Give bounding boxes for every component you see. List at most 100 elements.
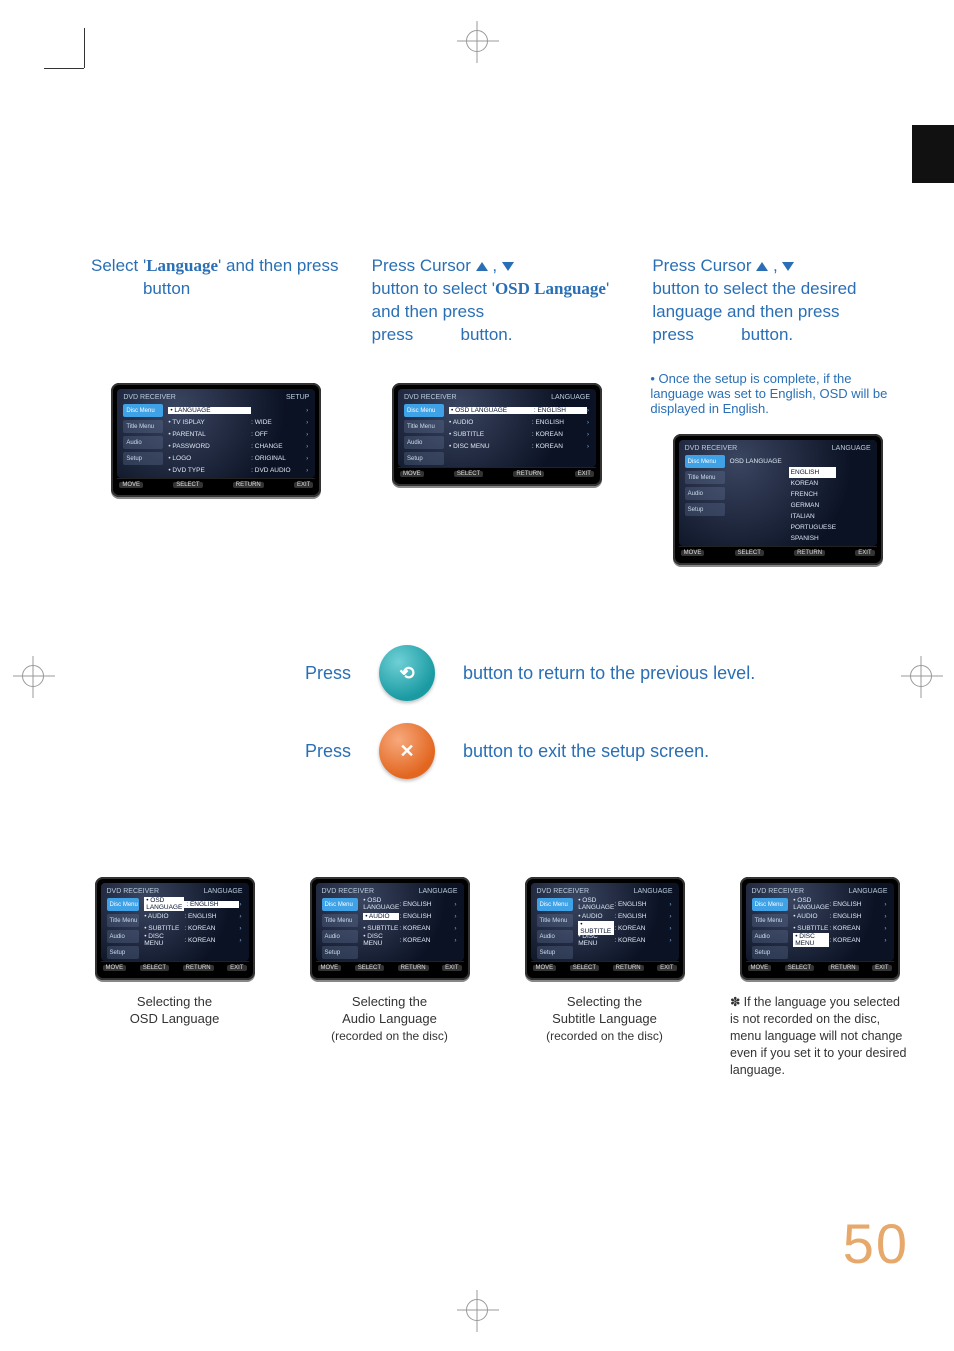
exit-button-icon: ✕ (379, 723, 435, 779)
osd-side-item: Audio (685, 487, 725, 500)
thumb-caption: Selecting the Audio Language (recorded o… (331, 994, 448, 1045)
cursor-up-icon (476, 262, 488, 271)
osd-side-item: Setup (322, 946, 359, 959)
step-3-note: • Once the setup is complete, if the lan… (646, 371, 909, 416)
osd-side-item: Disc Menu (404, 404, 444, 417)
osd-side-item: Setup (123, 452, 163, 465)
osd-app-title: DVD RECEIVER (537, 888, 590, 895)
osd-screen-title: SETUP (286, 394, 309, 401)
osd-dropdown-option: GERMAN (789, 500, 836, 511)
osd-row: • LOGO: ORIGINAL› (168, 452, 308, 464)
osd-dropdown-option: ITALIAN (789, 511, 836, 522)
osd-row: • OSD LANGUAGE: ENGLISH› (144, 898, 241, 910)
osd-dropdown-option: PORTUGUESE (789, 522, 836, 533)
osd-main: OSD LANGUAGE ENGLISHKOREANFRENCHGERMANIT… (727, 453, 873, 546)
exit-instruction: Press ✕ button to exit the setup screen. (305, 723, 909, 779)
osd-side-item: Audio (404, 436, 444, 449)
press-label: Press (305, 741, 351, 762)
caption-line: (recorded on the disc) (546, 1029, 663, 1043)
thumb-osd-language: DVD RECEIVERLANGUAGE Disc Menu Title Men… (85, 859, 264, 1028)
osd-row: • AUDIO: ENGLISH› (793, 910, 886, 922)
osd-foot-return: RETURN (183, 965, 214, 971)
cursor-up-icon (756, 262, 768, 271)
step-3-line2: button to select the desired language an… (652, 279, 856, 321)
return-instruction: Press ⟲ button to return to the previous… (305, 645, 909, 701)
caption-line: Subtitle Language (552, 1011, 657, 1026)
steps-row: Select 'Language' and then press button … (85, 255, 909, 565)
osd-footer: MOVE SELECT RETURN EXIT (117, 478, 315, 491)
osd-foot-exit: EXIT (657, 965, 676, 971)
cursor-down-icon (782, 262, 794, 271)
step-2-press-label: press (372, 325, 414, 344)
osd-row: • AUDIO: ENGLISH› (144, 910, 241, 922)
osd-foot-move: MOVE (681, 550, 705, 556)
osd-main: • OSD LANGUAGE: ENGLISH›• AUDIO: ENGLISH… (360, 896, 459, 961)
osd-side-item: Title Menu (123, 420, 163, 433)
osd-side-item: Title Menu (404, 420, 444, 433)
osd-app-title: DVD RECEIVER (752, 888, 805, 895)
thumb-audio-language: DVD RECEIVERLANGUAGE Disc Menu Title Men… (300, 859, 479, 1045)
osd-foot-return: RETURN (828, 965, 859, 971)
osd-foot-select: SELECT (570, 965, 599, 971)
osd-side-item: Title Menu (685, 471, 725, 484)
osd-foot-return: RETURN (398, 965, 429, 971)
step-2: Press Cursor , button to select 'OSD Lan… (366, 255, 629, 565)
osd-main: • OSD LANGUAGE: ENGLISH›• AUDIO: ENGLISH… (575, 896, 674, 961)
step-1-after: button (143, 279, 190, 298)
osd-main: • OSD LANGUAGE: ENGLISH›• AUDIO: ENGLISH… (790, 896, 889, 961)
osd-row: • PARENTAL: OFF› (168, 428, 308, 440)
osd-foot-move: MOVE (533, 965, 557, 971)
caption-line: (recorded on the disc) (331, 1029, 448, 1043)
osd-app-title: DVD RECEIVER (322, 888, 375, 895)
step-3-prefix: Press Cursor (652, 256, 756, 275)
thumbnail-row: DVD RECEIVER LANGUAGE Disc Menu Title Men… (85, 859, 909, 1078)
caption-line: OSD Language (130, 1011, 220, 1026)
registration-mark-top (466, 30, 488, 52)
step-1-bold: Language (146, 256, 218, 275)
osd-side-item: Title Menu (107, 914, 140, 927)
osd-side-item: Setup (685, 503, 725, 516)
caption-line: Selecting the (137, 994, 212, 1009)
osd-side-item: Disc Menu (537, 898, 574, 911)
osd-foot-move: MOVE (748, 965, 772, 971)
step-3-after: button. (741, 325, 793, 344)
crop-mark (44, 68, 84, 69)
osd-row: • SUBTITLE: KOREAN› (449, 428, 589, 440)
osd-side-item: Setup (752, 946, 789, 959)
osd-side-item: Disc Menu (107, 898, 140, 911)
crop-mark (84, 28, 85, 68)
step-1: Select 'Language' and then press button … (85, 255, 348, 565)
osd-dropdown-option: KOREAN (789, 478, 836, 489)
osd-screen-title: LANGUAGE (204, 888, 243, 895)
osd-thumb: DVD RECEIVERLANGUAGE Disc Menu Title Men… (525, 877, 685, 980)
osd-row: • LANGUAGE› (168, 404, 308, 416)
osd-app-title: DVD RECEIVER (123, 394, 176, 401)
osd-foot-select: SELECT (735, 550, 764, 556)
registration-mark-right (910, 665, 932, 687)
osd-screenshot-setup: DVD RECEIVER SETUP Disc Menu Title Menu A… (111, 383, 321, 497)
osd-side-item: Title Menu (537, 914, 574, 927)
osd-side-item: Audio (123, 436, 163, 449)
exit-text: button to exit the setup screen. (463, 741, 709, 762)
osd-dropdown-option: FRENCH (789, 489, 836, 500)
osd-foot-exit: EXIT (442, 965, 461, 971)
registration-mark-left (22, 665, 44, 687)
osd-sidebar: Disc Menu Title Menu Audio Setup (121, 402, 165, 478)
osd-dropdown-option: SPANISH (789, 533, 836, 544)
osd-side-item: Setup (107, 946, 140, 959)
return-button-icon: ⟲ (379, 645, 435, 701)
page-content: Select 'Language' and then press button … (85, 75, 909, 1276)
osd-dropdown-option: ENGLISH (789, 467, 836, 478)
osd-foot-return: RETURN (794, 550, 825, 556)
osd-thumb: DVD RECEIVERLANGUAGE Disc Menu Title Men… (310, 877, 470, 980)
osd-screen-title: LANGUAGE (832, 445, 871, 452)
caption-line: Selecting the (352, 994, 427, 1009)
osd-side-item: Audio (322, 930, 359, 943)
osd-screen-title: LANGUAGE (551, 394, 590, 401)
osd-row-label: OSD LANGUAGE (730, 458, 870, 465)
registration-mark-bottom (466, 1299, 488, 1321)
middle-instructions: Press ⟲ button to return to the previous… (85, 645, 909, 779)
osd-foot-return: RETURN (233, 482, 264, 488)
osd-side-item: Disc Menu (123, 404, 163, 417)
osd-side-item: Disc Menu (752, 898, 789, 911)
